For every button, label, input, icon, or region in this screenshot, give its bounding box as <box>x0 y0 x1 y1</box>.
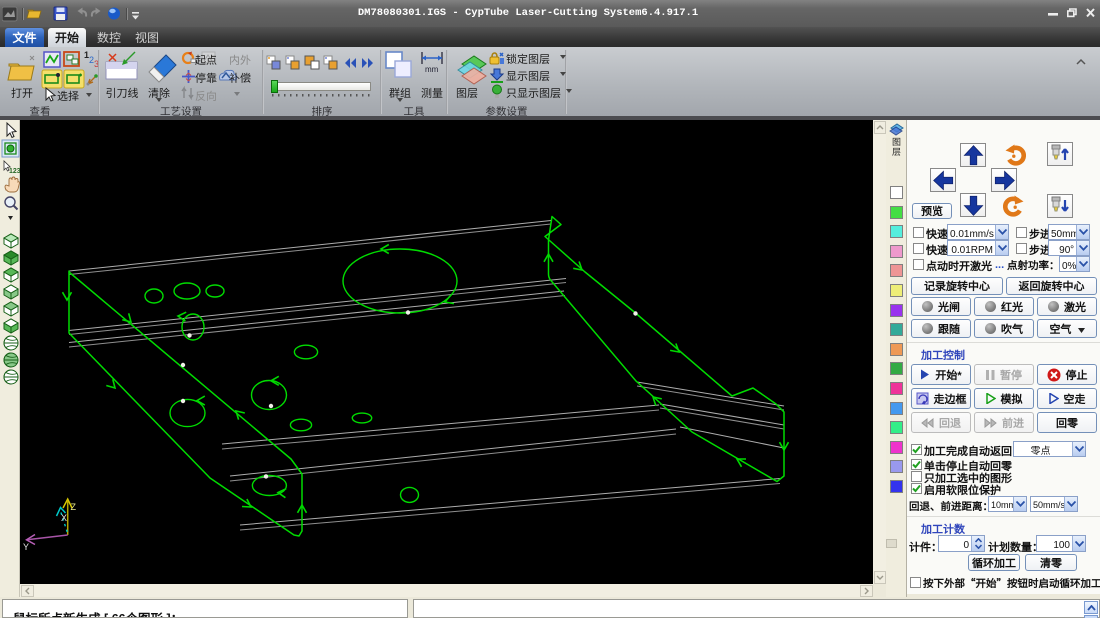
svg-text:3: 3 <box>94 59 98 69</box>
svg-text:mm: mm <box>425 65 439 74</box>
svg-text:Y: Y <box>23 542 29 552</box>
svg-text:Z: Z <box>71 502 77 512</box>
svg-text:123: 123 <box>9 168 20 175</box>
svg-text:X: X <box>61 513 67 523</box>
